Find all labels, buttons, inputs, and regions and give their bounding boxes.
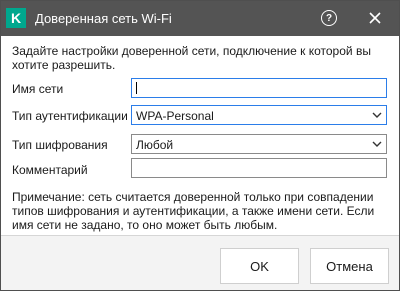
- logo-letter: K: [10, 10, 22, 26]
- dialog-window: K Доверенная сеть Wi-Fi ? Задайте настро…: [0, 0, 400, 291]
- title-bar: K Доверенная сеть Wi-Fi ?: [1, 1, 399, 36]
- comment-field[interactable]: [131, 158, 387, 178]
- kaspersky-logo-icon: K: [6, 8, 26, 28]
- dialog-title: Доверенная сеть Wi-Fi: [35, 11, 172, 26]
- chevron-down-icon: [372, 112, 382, 118]
- chevron-down-icon: [372, 141, 382, 147]
- encryption-type-select[interactable]: Любой: [131, 134, 387, 154]
- button-bar: OK Отмена: [1, 236, 399, 290]
- auth-type-select[interactable]: WPA-Personal: [131, 105, 387, 125]
- intro-text: Задайте настройки доверенной сети, подкл…: [12, 44, 371, 72]
- network-name-field[interactable]: [131, 78, 387, 98]
- note-text: Примечание: сеть считается доверенной то…: [12, 190, 375, 232]
- encryption-type-value: Любой: [136, 138, 174, 152]
- close-icon[interactable]: [365, 8, 385, 28]
- comment-label: Комментарий: [12, 163, 88, 177]
- help-icon[interactable]: ?: [321, 10, 337, 26]
- ok-button[interactable]: OK: [220, 248, 299, 284]
- help-symbol: ?: [325, 12, 333, 24]
- auth-type-value: WPA-Personal: [136, 109, 214, 123]
- network-name-input[interactable]: [132, 79, 386, 97]
- text-caret: [136, 82, 137, 94]
- cancel-button[interactable]: Отмена: [310, 248, 389, 284]
- auth-type-label: Тип аутентификации: [12, 109, 128, 123]
- encryption-type-label: Тип шифрования: [12, 138, 108, 152]
- comment-input[interactable]: [132, 159, 386, 177]
- network-name-label: Имя сети: [12, 82, 64, 96]
